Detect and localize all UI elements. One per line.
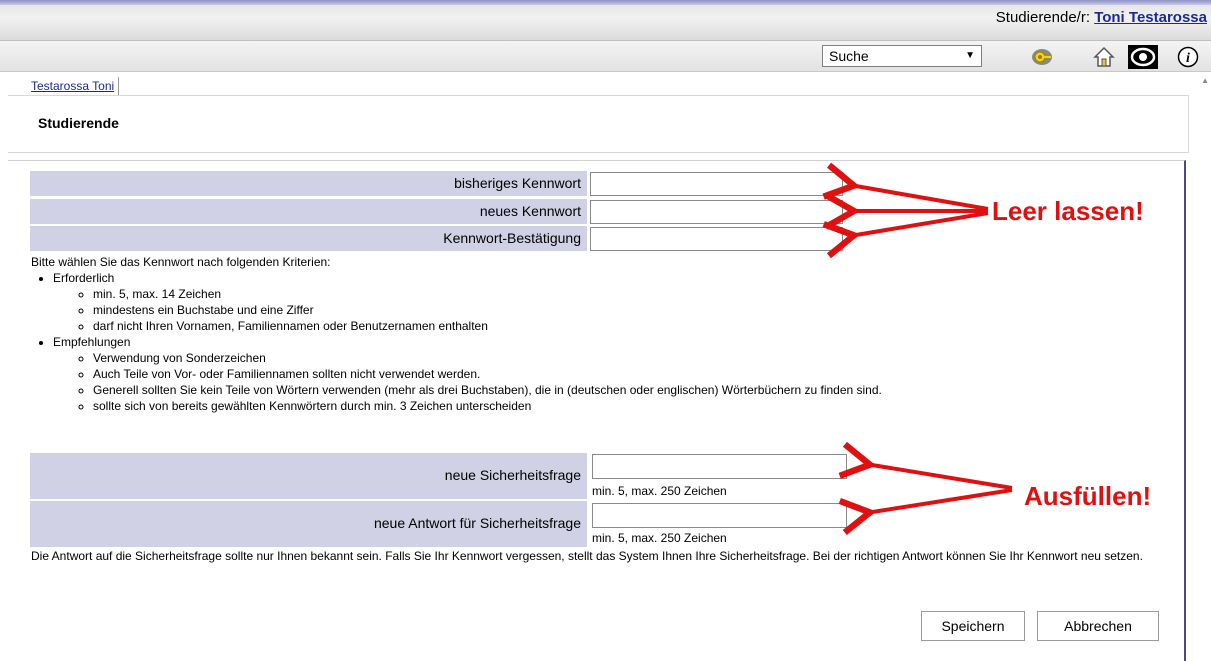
criteria-recommended-title: Empfehlungen [53,335,131,349]
svg-text:i: i [1186,51,1190,66]
search-select-value: Suche [829,48,869,64]
confirm-password-field[interactable] [590,227,843,251]
list-item: min. 5, max. 14 Zeichen [93,286,1181,302]
new-password-field[interactable] [590,200,843,224]
list-item: Auch Teile von Vor- oder Familiennamen s… [93,366,1181,382]
security-question-field[interactable] [592,454,847,479]
criteria-required-title: Erforderlich [53,271,115,285]
new-password-label: neues Kennwort [30,199,587,224]
fill-in-annotation: Ausfüllen! [1024,481,1152,511]
info-icon[interactable]: i [1176,45,1200,69]
criteria-recommended-list: Verwendung von Sonderzeichen Auch Teile … [53,350,1181,414]
chevron-down-icon: ▼ [965,50,975,61]
home-icon[interactable] [1092,45,1116,69]
eye-icon[interactable] [1128,45,1158,69]
header-box [8,95,1189,153]
list-item: Generell sollten Sie kein Teile von Wört… [93,382,1181,398]
search-select[interactable]: Suche ▼ [822,45,982,67]
list-item: mindestens ein Buchstabe und eine Ziffer [93,302,1181,318]
security-answer-field[interactable] [592,503,847,528]
cancel-button[interactable]: Abbrechen [1037,611,1159,641]
list-item: darf nicht Ihren Vornamen, Familiennamen… [93,318,1181,334]
security-question-label: neue Sicherheitsfrage [30,453,587,499]
list-item: sollte sich von bereits gewählten Kennwö… [93,398,1181,414]
security-answer-hint: min. 5, max. 250 Zeichen [592,531,727,545]
user-prefix: Studierende/r: [995,9,1091,26]
security-note: Die Antwort auf die Sicherheitsfrage sol… [31,549,1143,563]
criteria-block: Bitte wählen Sie das Kennwort nach folge… [31,254,1181,414]
scroll-up-icon[interactable]: ▲ [1201,76,1209,85]
tab-testarossa-toni[interactable]: Testarossa Toni [10,77,120,95]
user-info: Studierende/r: Toni Testarossa [996,9,1207,26]
toolbar: Suche ▼ i [0,41,1211,72]
confirm-password-label: Kennwort-Bestätigung [30,226,587,251]
criteria-required: Erforderlich min. 5, max. 14 Zeichen min… [53,270,1181,334]
old-password-label: bisheriges Kennwort [30,171,587,196]
page-title: Studierende [38,115,119,131]
user-name-link[interactable]: Toni Testarossa [1094,9,1207,26]
criteria-required-list: min. 5, max. 14 Zeichen mindestens ein B… [53,286,1181,334]
criteria-recommended: Empfehlungen Verwendung von Sonderzeiche… [53,334,1181,414]
save-button[interactable]: Speichern [921,611,1025,641]
criteria-list: Erforderlich min. 5, max. 14 Zeichen min… [31,270,1181,414]
security-question-hint: min. 5, max. 250 Zeichen [592,484,727,498]
list-item: Verwendung von Sonderzeichen [93,350,1181,366]
security-answer-label: neue Antwort für Sicherheitsfrage [30,501,587,547]
key-icon[interactable] [1030,45,1054,69]
top-bar: Studierende/r: Toni Testarossa [0,0,1211,41]
old-password-field[interactable] [590,172,843,196]
leave-empty-annotation: Leer lassen! [992,196,1144,226]
criteria-intro: Bitte wählen Sie das Kennwort nach folge… [31,255,331,269]
